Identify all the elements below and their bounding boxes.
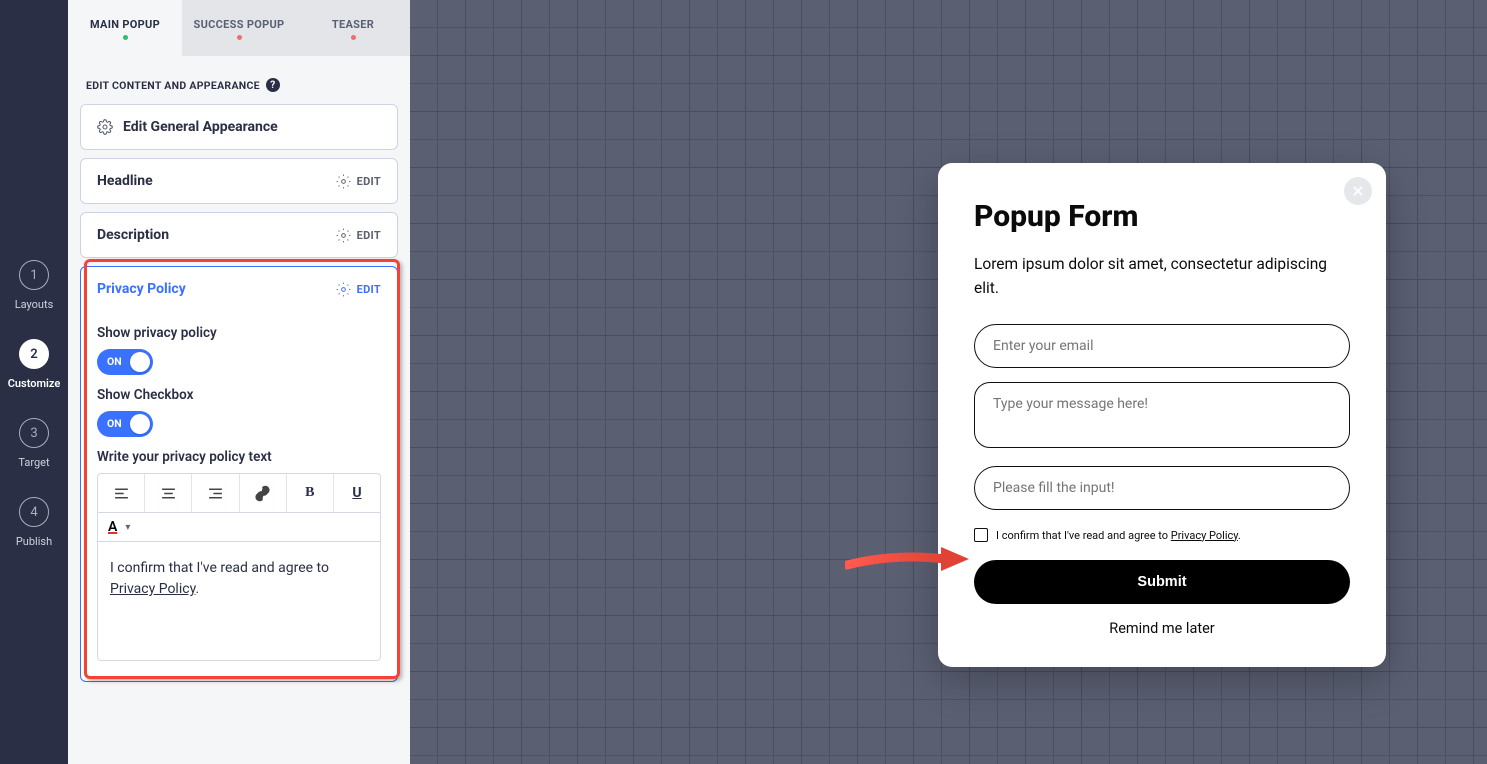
customize-panel: MAIN POPUP SUCCESS POPUP TEASER EDIT CON… — [68, 0, 410, 764]
tab-label: SUCCESS POPUP — [194, 18, 285, 31]
section-title: EDIT CONTENT AND APPEARANCE — [86, 79, 260, 92]
privacy-row: I confirm that I've read and agree to Pr… — [974, 528, 1350, 542]
field-label-write-text: Write your privacy policy text — [97, 449, 381, 465]
canvas: Popup Form Lorem ipsum dolor sit amet, c… — [410, 0, 1487, 764]
popup-type-tabs: MAIN POPUP SUCCESS POPUP TEASER — [68, 0, 410, 56]
edit-button[interactable]: EDIT — [336, 282, 381, 297]
tab-teaser[interactable]: TEASER — [296, 0, 410, 56]
pp-before: I confirm that I've read and agree to — [996, 529, 1171, 542]
toggle-knob — [130, 352, 150, 372]
privacy-checkbox[interactable] — [974, 528, 988, 542]
panel-scroll-area[interactable]: EDIT CONTENT AND APPEARANCE ? Edit Gener… — [68, 56, 410, 710]
tab-label: MAIN POPUP — [90, 18, 160, 31]
field-label-show-checkbox: Show Checkbox — [97, 387, 381, 403]
rte-text-after: . — [195, 581, 199, 597]
step-number: 3 — [19, 418, 49, 448]
rte-text-before: I confirm that I've read and agree to — [110, 560, 329, 576]
step-label: Customize — [8, 377, 61, 390]
edit-label: EDIT — [357, 175, 381, 188]
close-button[interactable] — [1344, 177, 1372, 205]
step-label: Publish — [16, 535, 52, 548]
pp-after: . — [1238, 529, 1241, 542]
field-label-show-privacy: Show privacy policy — [97, 325, 381, 341]
edit-button[interactable]: EDIT — [336, 174, 381, 189]
help-icon[interactable]: ? — [266, 78, 280, 92]
step-publish[interactable]: 4 Publish — [16, 497, 52, 548]
link-icon[interactable] — [240, 474, 287, 512]
step-number: 4 — [19, 497, 49, 527]
step-label: Layouts — [15, 298, 54, 311]
card-header[interactable]: Privacy Policy EDIT — [81, 267, 397, 305]
card-privacy-policy: Privacy Policy EDIT Show privacy policy … — [80, 266, 398, 682]
email-input[interactable] — [974, 324, 1350, 368]
status-dot-icon — [237, 35, 242, 40]
card-description[interactable]: Description EDIT — [80, 212, 398, 258]
section-heading: EDIT CONTENT AND APPEARANCE ? — [80, 56, 398, 104]
privacy-text-editor[interactable]: I confirm that I've read and agree to Pr… — [97, 542, 381, 661]
chevron-down-icon[interactable]: ▾ — [125, 522, 130, 533]
toggle-knob — [130, 414, 150, 434]
edit-label: EDIT — [357, 283, 381, 296]
edit-button[interactable]: EDIT — [336, 228, 381, 243]
step-layouts[interactable]: 1 Layouts — [15, 260, 54, 311]
step-customize[interactable]: 2 Customize — [8, 339, 61, 390]
popup-description: Lorem ipsum dolor sit amet, consectetur … — [974, 252, 1350, 300]
card-headline[interactable]: Headline EDIT — [80, 158, 398, 204]
font-color-icon[interactable]: A — [108, 519, 117, 535]
align-left-icon[interactable] — [98, 474, 145, 512]
remind-later-link[interactable]: Remind me later — [974, 620, 1350, 637]
submit-button[interactable]: Submit — [974, 560, 1350, 604]
tab-label: TEASER — [332, 18, 374, 31]
gear-icon — [97, 119, 113, 135]
align-center-icon[interactable] — [145, 474, 192, 512]
card-title: Description — [97, 227, 326, 243]
step-target[interactable]: 3 Target — [18, 418, 49, 469]
privacy-link[interactable]: Privacy Policy — [1171, 529, 1238, 542]
step-number: 1 — [19, 260, 49, 290]
step-number: 2 — [19, 339, 49, 369]
step-label: Target — [18, 456, 49, 469]
close-icon — [1351, 184, 1365, 198]
toggle-show-checkbox[interactable]: ON — [97, 411, 153, 437]
rte-link[interactable]: Privacy Policy — [110, 581, 195, 597]
popup-preview: Popup Form Lorem ipsum dolor sit amet, c… — [938, 163, 1386, 667]
tab-success-popup[interactable]: SUCCESS POPUP — [182, 0, 296, 56]
bold-icon[interactable]: B — [287, 474, 334, 512]
tab-main-popup[interactable]: MAIN POPUP — [68, 0, 182, 56]
card-body: Show privacy policy ON Show Checkbox ON … — [81, 305, 397, 681]
privacy-text: I confirm that I've read and agree to Pr… — [996, 529, 1241, 542]
card-title: Headline — [97, 173, 326, 189]
toggle-text: ON — [107, 411, 122, 437]
extra-input[interactable] — [974, 466, 1350, 510]
rte-toolbar: B U — [97, 473, 381, 513]
message-input[interactable] — [974, 382, 1350, 448]
toggle-text: ON — [107, 349, 122, 375]
align-right-icon[interactable] — [192, 474, 239, 512]
wizard-steps-rail: 1 Layouts 2 Customize 3 Target 4 Publish — [0, 0, 68, 764]
card-general-appearance[interactable]: Edit General Appearance — [80, 104, 398, 150]
card-title: Edit General Appearance — [123, 119, 381, 135]
toggle-show-privacy[interactable]: ON — [97, 349, 153, 375]
rte-toolbar-row2: A ▾ — [97, 513, 381, 542]
underline-icon[interactable]: U — [334, 474, 380, 512]
card-title: Privacy Policy — [97, 281, 326, 297]
status-dot-icon — [351, 35, 356, 40]
edit-label: EDIT — [357, 229, 381, 242]
status-dot-icon — [123, 35, 128, 40]
popup-title: Popup Form — [974, 199, 1350, 234]
